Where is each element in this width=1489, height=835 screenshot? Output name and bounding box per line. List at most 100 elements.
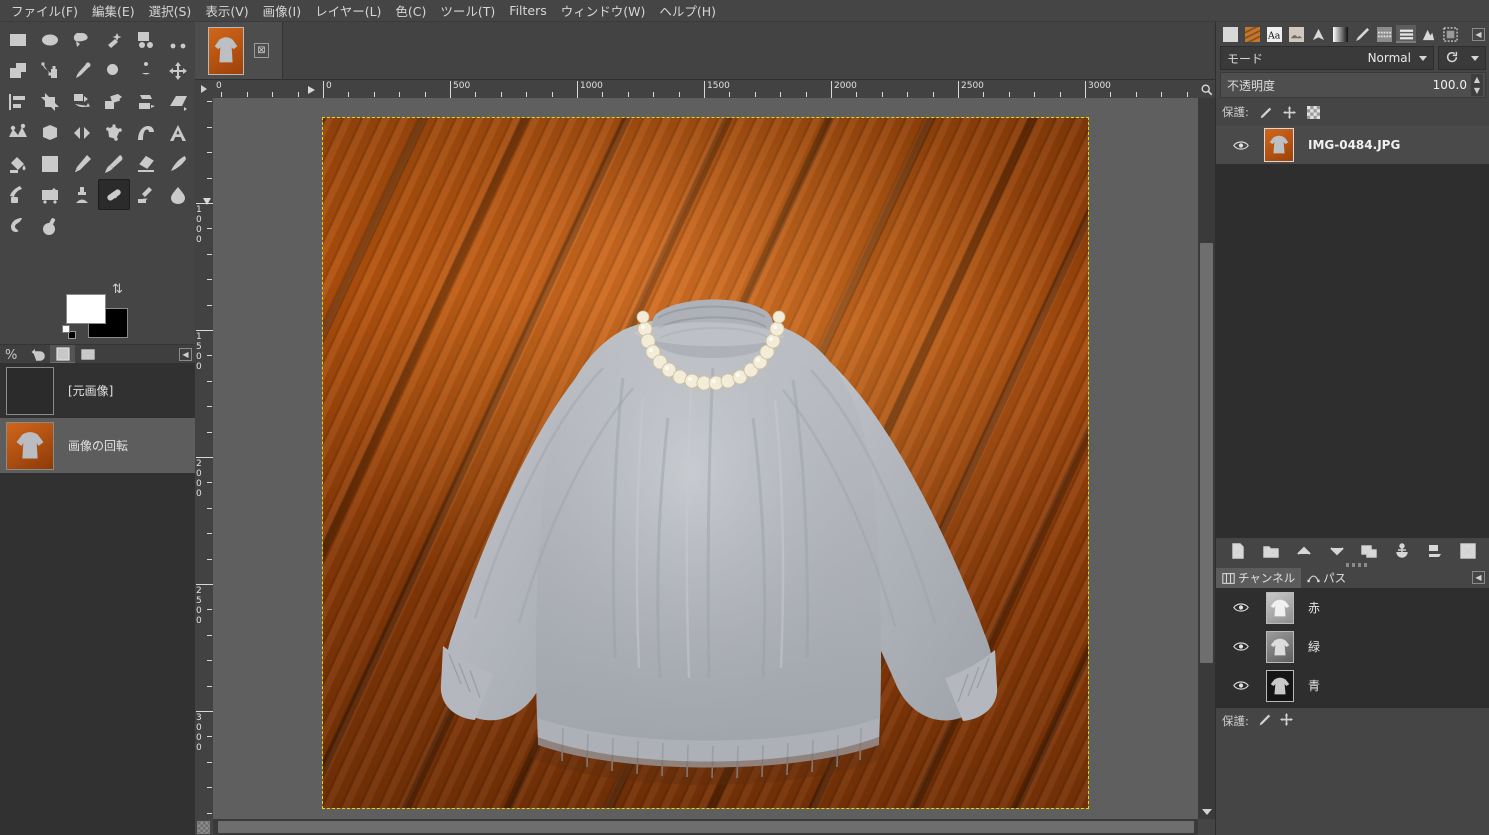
pencil-tool[interactable] (66, 148, 98, 179)
lock-pixels-icon[interactable] (1258, 105, 1273, 120)
channels-menu-button[interactable]: ◀ (1472, 571, 1485, 584)
layer-visibility-icon[interactable] (1224, 139, 1258, 152)
channel-visibility-icon[interactable] (1224, 601, 1258, 614)
warp-transform-tool[interactable] (130, 117, 162, 148)
menu-help[interactable]: ヘルプ(H) (652, 0, 723, 22)
opacity-value[interactable]: 100.0 (1433, 78, 1471, 92)
menu-select[interactable]: 選択(S) (142, 0, 199, 22)
fuzzy-select-tool[interactable] (98, 24, 130, 55)
crop-tool[interactable] (34, 86, 66, 117)
menu-windows[interactable]: ウィンドウ(W) (554, 0, 653, 22)
select-by-color-tool[interactable] (130, 24, 162, 55)
ruler-origin-button[interactable] (195, 80, 213, 98)
merge-down-button[interactable] (1423, 540, 1447, 562)
anchor-layer-button[interactable] (1390, 540, 1414, 562)
text-tool[interactable] (162, 117, 194, 148)
perspective-tool[interactable] (162, 86, 194, 117)
tab-images[interactable] (50, 344, 75, 364)
menu-layer[interactable]: レイヤー(L) (308, 0, 388, 22)
close-icon[interactable]: ⊠ (254, 43, 269, 58)
layer-row-img-0484[interactable]: IMG-0484.JPG (1216, 126, 1489, 164)
fg-bg-color-swatch[interactable]: ⇅ (62, 283, 128, 340)
tab-fonts[interactable]: Aa (1264, 25, 1284, 43)
vertical-scrollbar[interactable] (1198, 98, 1215, 819)
ink-tool[interactable] (162, 148, 194, 179)
bucket-fill-tool[interactable] (2, 148, 34, 179)
new-layer-group-button[interactable] (1259, 540, 1283, 562)
raise-layer-button[interactable] (1292, 540, 1316, 562)
chevron-down-icon[interactable] (1471, 55, 1479, 61)
tab-pointer[interactable] (1308, 25, 1328, 43)
lock-alpha-icon[interactable] (1306, 105, 1321, 120)
alignment-tool[interactable] (2, 86, 34, 117)
eraser-tool[interactable] (130, 148, 162, 179)
vertical-scroll-thumb[interactable] (1200, 243, 1213, 663)
horizontal-scroll-thumb[interactable] (218, 821, 1194, 833)
tab-tool-options[interactable]: % (0, 345, 25, 364)
tab-histogram[interactable] (1418, 25, 1438, 43)
shear-tool[interactable] (130, 86, 162, 117)
new-layer-button[interactable] (1226, 540, 1250, 562)
tab-palettes[interactable] (1374, 25, 1394, 43)
tab-channels[interactable]: チャンネル (1216, 568, 1302, 588)
opacity-spinner[interactable]: ▲ ▼ (1471, 74, 1483, 96)
tab-patterns[interactable] (1242, 25, 1262, 43)
channel-row-blue[interactable]: 青 (1216, 666, 1489, 705)
horizontal-ruler[interactable]: 0 500 1000 1500 2000 2500 3000 0 (213, 80, 1198, 98)
lower-layer-button[interactable] (1325, 540, 1349, 562)
tab-layers[interactable] (1396, 25, 1416, 43)
undo-item-rotate[interactable]: 画像の回転 (0, 418, 195, 473)
blur-sharpen-tool[interactable] (162, 179, 194, 210)
zoom-tool[interactable] (98, 55, 130, 86)
menu-image[interactable]: 画像(I) (256, 0, 308, 22)
tab-brushes[interactable] (1220, 25, 1240, 43)
mypaint-brush-tool[interactable] (2, 179, 34, 210)
move-tool[interactable] (162, 55, 194, 86)
lock-position-icon[interactable] (1279, 713, 1293, 729)
foreground-select-tool[interactable] (2, 55, 34, 86)
measure-tool[interactable] (130, 55, 162, 86)
vertical-ruler[interactable]: 1000 1500 2000 2500 3000 (195, 98, 213, 819)
chevron-down-icon[interactable] (1419, 55, 1427, 61)
menu-tools[interactable]: ツール(T) (433, 0, 502, 22)
flip-tool[interactable] (66, 117, 98, 148)
left-dock-menu-button[interactable]: ◀ (179, 348, 192, 361)
channel-row-red[interactable]: 赤 (1216, 588, 1489, 627)
airbrush-tool[interactable] (34, 210, 66, 241)
swap-colors-icon[interactable]: ⇅ (112, 283, 126, 297)
reset-colors-icon[interactable] (62, 325, 78, 341)
gradient-tool[interactable] (34, 148, 66, 179)
duplicate-layer-button[interactable] (1357, 540, 1381, 562)
rotate-tool[interactable] (66, 86, 98, 117)
tab-selection-editor[interactable] (1440, 25, 1460, 43)
channel-visibility-icon[interactable] (1224, 640, 1258, 653)
tab-gradients[interactable] (1330, 25, 1350, 43)
menu-filters[interactable]: Filters (502, 1, 553, 20)
dock-resize-grip[interactable] (1346, 563, 1370, 567)
zoom-image-button[interactable] (1198, 80, 1215, 98)
rect-select-tool[interactable] (2, 24, 34, 55)
tab-paths[interactable]: パス (1301, 568, 1352, 588)
paintbrush-tool[interactable] (98, 148, 130, 179)
unified-transform-tool[interactable] (2, 117, 34, 148)
layer-opacity-row[interactable]: 不透明度 100.0 ▲ ▼ (1220, 72, 1486, 98)
smudge-tool[interactable] (130, 179, 162, 210)
clone-tool[interactable] (34, 179, 66, 210)
canvas-viewport[interactable] (213, 98, 1198, 819)
image-tab[interactable]: ⊠ (195, 22, 283, 79)
ellipse-select-tool[interactable] (34, 24, 66, 55)
lock-pixels-icon[interactable] (1258, 713, 1271, 729)
lock-position-icon[interactable] (1282, 105, 1297, 120)
dodge-burn-tool[interactable] (2, 210, 34, 241)
menu-colors[interactable]: 色(C) (388, 0, 433, 22)
tab-paint-dynamics[interactable] (1352, 25, 1372, 43)
paths-tool[interactable] (34, 55, 66, 86)
menu-view[interactable]: 表示(V) (198, 0, 255, 22)
undo-item-original[interactable]: [元画像] (0, 363, 195, 418)
menu-edit[interactable]: 編集(E) (85, 0, 142, 22)
scroll-down-icon[interactable] (1200, 805, 1213, 818)
handle-transform-tool[interactable] (34, 117, 66, 148)
right-dock-menu-button[interactable]: ◀ (1472, 28, 1485, 41)
mode-switch-button[interactable] (1438, 46, 1486, 70)
foreground-color-swatch[interactable] (66, 294, 106, 324)
